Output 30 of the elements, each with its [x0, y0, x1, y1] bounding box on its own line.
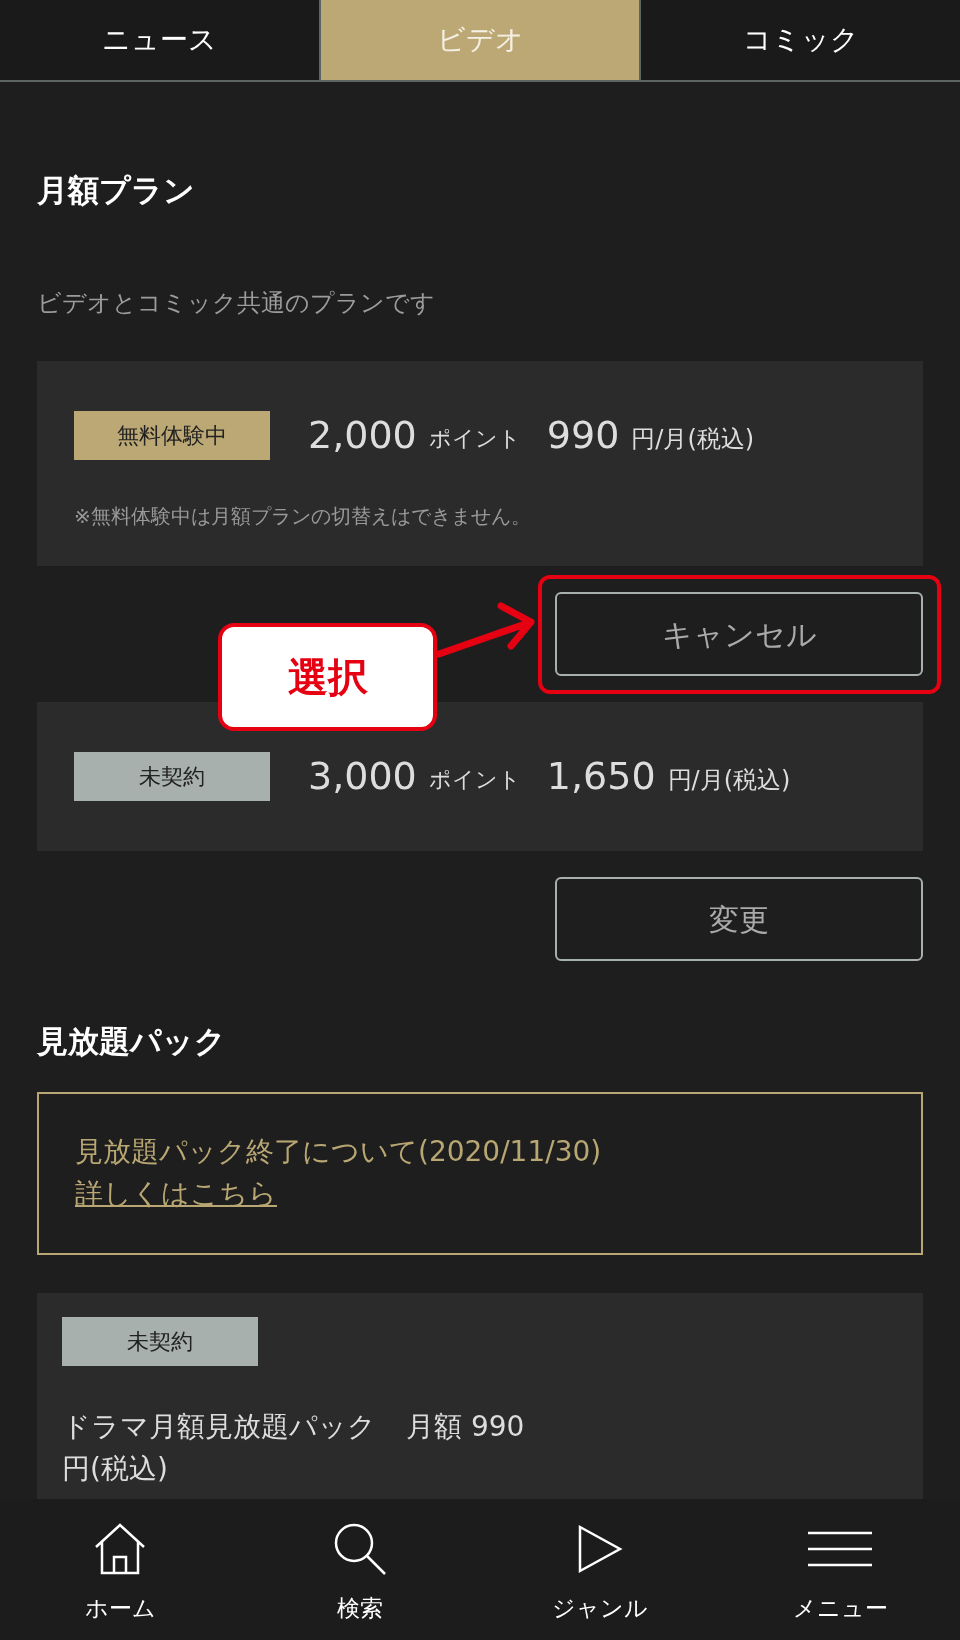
price-unit: 円/月(税込) — [631, 423, 755, 455]
plan-button[interactable]: 変更 — [555, 877, 923, 961]
price-value: 1,650 — [546, 753, 656, 800]
plan-note: ※無料体験中は月額プランの切替えはできません。 — [74, 503, 532, 530]
status-badge: 未契約 — [62, 1317, 258, 1366]
details-link[interactable]: 詳しくはこちら — [75, 1172, 277, 1216]
price-value: 990 — [546, 412, 620, 459]
notice-text: 見放題パック終了について(2020/11/30) — [75, 1134, 603, 1170]
section-heading: 見放題パック — [37, 1022, 227, 1061]
points-value: 3,000 — [308, 753, 417, 800]
nav-item[interactable]: ジャンル — [480, 1499, 720, 1640]
points-value: 2,000 — [308, 412, 417, 459]
callout-label: 選択 — [218, 623, 437, 731]
nav-item[interactable]: ホーム — [0, 1499, 240, 1640]
tab[interactable]: コミック — [641, 0, 960, 80]
nav-item[interactable]: 検索 — [240, 1499, 480, 1640]
section-subtitle: ビデオとコミック共通のプランです — [37, 288, 436, 318]
menu-icon — [808, 1530, 872, 1568]
tab[interactable]: ニュース — [0, 0, 319, 80]
pack-description: ドラマ月額見放題パック 月額 990 円(税込) — [62, 1409, 526, 1487]
play-icon — [577, 1524, 623, 1574]
search-icon — [332, 1521, 388, 1577]
nav-item[interactable]: メニュー — [720, 1499, 960, 1640]
section-heading: 月額プラン — [37, 171, 196, 210]
points-unit: ポイント — [428, 766, 521, 794]
status-badge: 無料体験中 — [74, 411, 270, 460]
status-badge: 未契約 — [74, 752, 270, 801]
plan-button[interactable]: キャンセル — [555, 592, 923, 676]
price-unit: 円/月(税込) — [667, 764, 791, 796]
points-unit: ポイント — [428, 425, 521, 453]
